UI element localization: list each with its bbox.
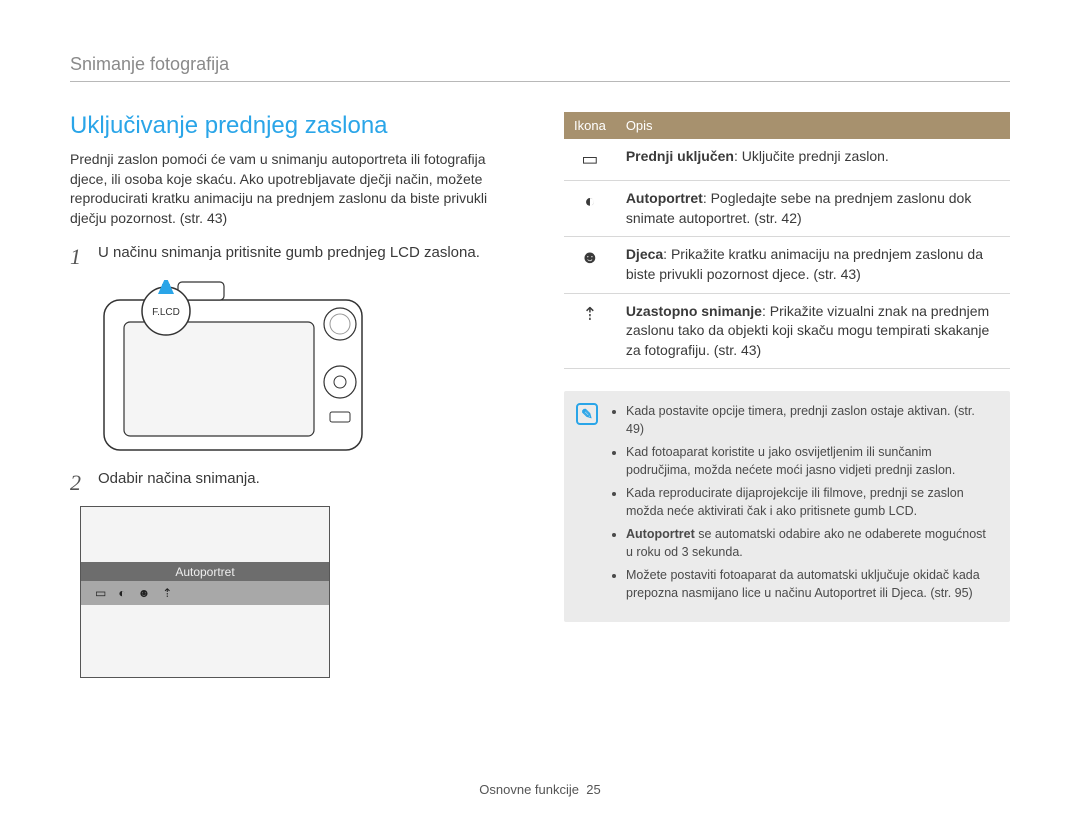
children-icon: ☻ bbox=[580, 247, 599, 267]
row-bold: Prednji uključen bbox=[626, 148, 734, 164]
row-bold: Uzastopno snimanje bbox=[626, 303, 762, 319]
table-row: ▭ Prednji uključen: Uključite prednji za… bbox=[564, 139, 1010, 181]
step-number: 2 bbox=[70, 470, 86, 496]
note-item: Kada reproducirate dijaprojekcije ili fi… bbox=[626, 485, 996, 520]
th-ikona: Ikona bbox=[564, 112, 616, 139]
footer-label: Osnovne funkcije bbox=[479, 782, 579, 797]
step-1: 1 U načinu snimanja pritisnite gumb pred… bbox=[70, 244, 516, 270]
note-list: Kada postavite opcije timera, prednji za… bbox=[610, 403, 996, 608]
note-item: Možete postaviti fotoaparat da automatsk… bbox=[626, 567, 996, 602]
children-icon: ☻ bbox=[138, 586, 151, 600]
mode-bar-label: Autoportret bbox=[81, 562, 329, 582]
page-footer: Osnovne funkcije 25 bbox=[0, 782, 1080, 797]
table-row: ⇡ Uzastopno snimanje: Prikažite vizualni… bbox=[564, 293, 1010, 369]
note-icon: ✎ bbox=[576, 403, 598, 425]
right-column: Ikona Opis ▭ Prednji uključen: Uključite… bbox=[564, 112, 1010, 678]
footer-page-number: 25 bbox=[586, 782, 600, 797]
page-title: Uključivanje prednjeg zaslona bbox=[70, 112, 516, 140]
note-item: Autoportret se automatski odabire ako ne… bbox=[626, 526, 996, 561]
camera-illustration: F.LCD bbox=[78, 280, 368, 452]
note-item: Kada postavite opcije timera, prednji za… bbox=[626, 403, 996, 438]
note-item: Kad fotoaparat koristite u jako osvijetl… bbox=[626, 444, 996, 479]
mode-select-illustration: Autoportret ▭ ◐ ☻ ⇡ bbox=[80, 506, 330, 678]
step-text: U načinu snimanja pritisnite gumb prednj… bbox=[98, 244, 480, 270]
camera-flcd-label: F.LCD bbox=[152, 307, 180, 318]
jump-shot-icon: ⇡ bbox=[162, 586, 172, 600]
left-column: Uključivanje prednjeg zaslona Prednji za… bbox=[70, 112, 516, 678]
front-on-icon: ▭ bbox=[95, 586, 106, 600]
th-opis: Opis bbox=[616, 112, 1010, 139]
table-row: ◐ Autoportret: Pogledajte sebe na prednj… bbox=[564, 181, 1010, 237]
self-portrait-icon: ◐ bbox=[584, 191, 595, 211]
section-header: Snimanje fotografija bbox=[70, 54, 1010, 82]
front-on-icon: ▭ bbox=[581, 149, 598, 169]
step-2: 2 Odabir načina snimanja. bbox=[70, 470, 516, 496]
step-text: Odabir načina snimanja. bbox=[98, 470, 260, 496]
icon-meaning-table: Ikona Opis ▭ Prednji uključen: Uključite… bbox=[564, 112, 1010, 369]
row-bold: Autoportret bbox=[626, 190, 703, 206]
note-box: ✎ Kada postavite opcije timera, prednji … bbox=[564, 391, 1010, 622]
table-row: ☻ Djeca: Prikažite kratku animaciju na p… bbox=[564, 237, 1010, 293]
step-number: 1 bbox=[70, 244, 86, 270]
row-rest: : Prikažite kratku animaciju na prednjem… bbox=[626, 246, 983, 282]
intro-paragraph: Prednji zaslon pomoći će vam u snimanju … bbox=[70, 150, 516, 228]
jump-shot-icon: ⇡ bbox=[582, 304, 597, 324]
mode-icon-row: ▭ ◐ ☻ ⇡ bbox=[81, 581, 329, 605]
row-rest: : Uključite prednji zaslon. bbox=[734, 148, 889, 164]
self-portrait-icon: ◐ bbox=[118, 586, 125, 600]
row-bold: Djeca bbox=[626, 246, 663, 262]
